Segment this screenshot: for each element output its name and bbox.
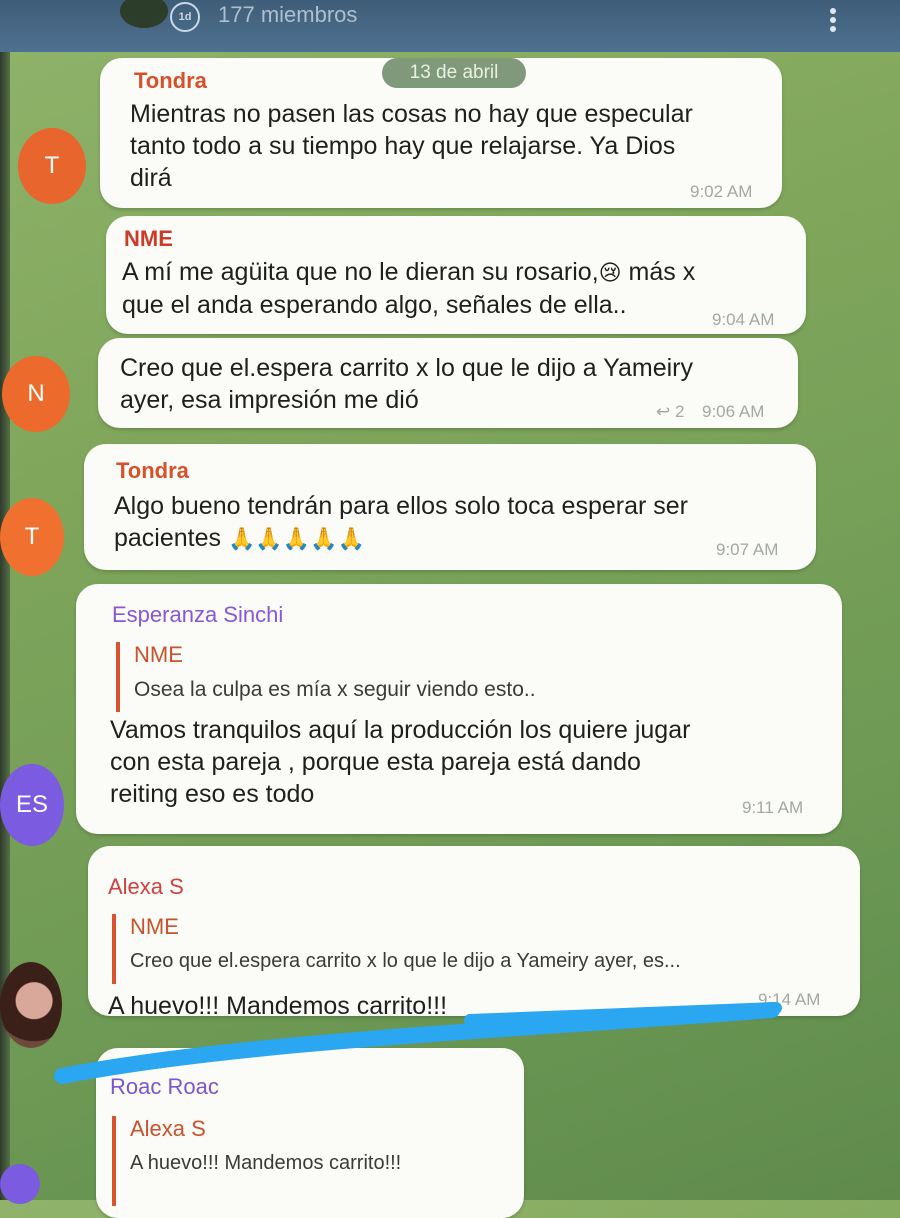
date-separator: 13 de abril <box>382 58 526 88</box>
quoted-sender: NME <box>130 914 179 939</box>
avatar-nme[interactable]: N <box>2 356 70 432</box>
message-time: 9:11 AM <box>742 798 804 817</box>
quoted-sender: NME <box>134 642 183 667</box>
quoted-text: A huevo!!! Mandemos carrito!!! <box>130 1152 402 1174</box>
message-text: A huevo!!! Mandemos carrito!!! <box>108 992 448 1020</box>
chat-header[interactable]: 1d 177 miembros <box>0 0 900 52</box>
avatar-tondra[interactable]: T <box>0 498 64 576</box>
sender-name[interactable]: Alexa S <box>108 874 184 900</box>
message-text: Algo bueno tendrán para ellos solo toca … <box>114 492 688 552</box>
message-time: 9:07 AM <box>716 540 779 559</box>
avatar-esperanza[interactable]: ES <box>0 764 64 846</box>
avatar-tondra[interactable]: T <box>18 128 86 204</box>
message-bubble[interactable]: Roac Roac Alexa S A huevo!!! Mandemos ca… <box>96 1048 524 1218</box>
sender-name[interactable]: Tondra <box>116 458 189 484</box>
message-bubble[interactable]: Alexa S NME Creo que el.espera carrito x… <box>88 846 860 1020</box>
message-time: 9:04 AM <box>712 310 775 329</box>
group-avatar[interactable] <box>120 0 168 28</box>
quoted-sender: Alexa S <box>130 1116 206 1141</box>
message-bubble[interactable]: NME A mí me agüita que no le dieran su r… <box>106 216 806 334</box>
praying-hands-emoji: 🙏🙏🙏🙏🙏 <box>227 526 365 551</box>
quoted-text: Osea la culpa es mía x seguir viendo est… <box>134 678 536 701</box>
avatar-alexa[interactable] <box>0 962 62 1048</box>
quoted-reply[interactable]: Alexa S A huevo!!! Mandemos carrito!!! <box>112 1116 401 1206</box>
quoted-reply[interactable]: NME Osea la culpa es mía x seguir viendo… <box>116 642 536 712</box>
reply-count[interactable]: ↩ 2 <box>656 402 684 422</box>
message-text: Mientras no pasen las cosas no hay que e… <box>130 100 693 192</box>
member-count: 177 miembros <box>218 2 358 27</box>
message-time: 9:14 AM <box>758 990 821 1009</box>
message-time: 9:02 AM <box>690 182 753 201</box>
timer-badge: 1d <box>170 2 200 32</box>
more-options-icon[interactable] <box>826 6 840 34</box>
sender-name[interactable]: Esperanza Sinchi <box>112 602 283 628</box>
message-time: 9:06 AM <box>702 402 765 421</box>
message-bubble[interactable]: Esperanza Sinchi NME Osea la culpa es mí… <box>76 584 842 834</box>
avatar-roac[interactable] <box>0 1164 40 1204</box>
message-text: A mí me agüita que no le dieran su rosar… <box>122 258 696 319</box>
sender-name[interactable]: Tondra <box>134 68 207 94</box>
quoted-text: Creo que el.espera carrito x lo que le d… <box>130 950 681 972</box>
message-text: Creo que el.espera carrito x lo que le d… <box>120 354 693 414</box>
crying-emoji: 😢 <box>598 260 622 285</box>
message-bubble[interactable]: Tondra Algo bueno tendrán para ellos sol… <box>84 444 816 570</box>
message-text: Vamos tranquilos aquí la producción los … <box>110 716 691 808</box>
message-bubble[interactable]: Creo que el.espera carrito x lo que le d… <box>98 338 798 428</box>
quoted-reply[interactable]: NME Creo que el.espera carrito x lo que … <box>112 914 681 984</box>
sender-name[interactable]: NME <box>124 226 173 252</box>
sender-name[interactable]: Roac Roac <box>110 1074 219 1100</box>
